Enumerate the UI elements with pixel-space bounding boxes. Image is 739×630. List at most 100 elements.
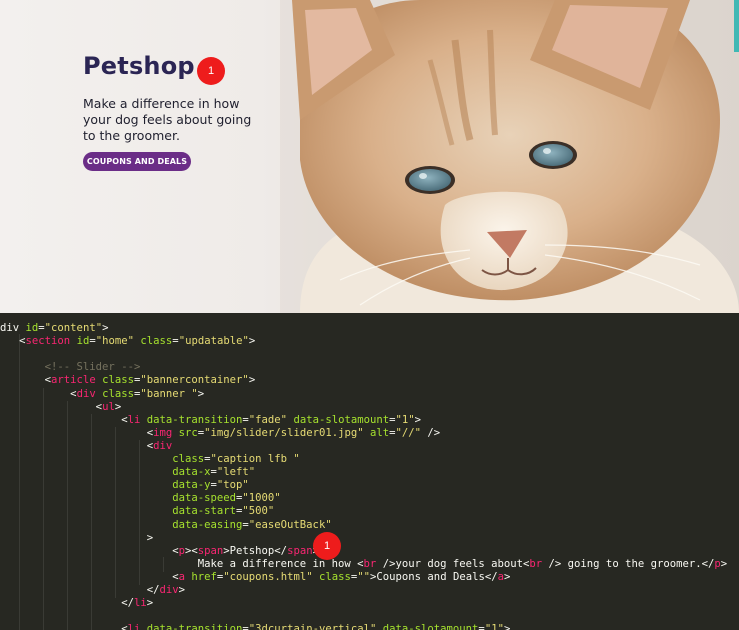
code-token: div <box>153 439 173 452</box>
code-token: id <box>76 335 90 348</box>
code-token: div <box>76 387 96 400</box>
code-line: <!-- Slider --> <box>0 361 141 374</box>
code-token: > <box>146 531 154 544</box>
code-token: > <box>114 400 122 413</box>
code-token: data-x <box>172 466 211 479</box>
code-token: /> <box>421 426 441 439</box>
code-token: >< <box>185 544 198 557</box>
code-token: data-start <box>172 505 236 518</box>
code-line: <ul> <box>0 400 122 414</box>
site-title: Petshop <box>83 52 195 80</box>
code-token: > <box>178 584 185 596</box>
code-token: div <box>0 322 26 334</box>
code-token: > <box>720 557 728 570</box>
code-token: </ <box>121 597 134 610</box>
code-token: > <box>503 623 511 630</box>
code-token: ul <box>102 400 115 413</box>
code-line: data-y="top" <box>0 479 249 492</box>
code-token: class <box>140 335 173 348</box>
code-token: />your dog feels about< <box>376 557 530 570</box>
code-token: class <box>102 374 134 387</box>
code-token: br <box>529 557 543 570</box>
code-line: <article class="bannercontainer"> <box>0 374 256 387</box>
code-token: "500" <box>242 505 275 518</box>
code-token: >Petshop</ <box>223 544 288 557</box>
code-token: data-transition <box>146 413 243 426</box>
code-line: <li data-transition="fade" data-slotamou… <box>0 414 421 427</box>
code-token: > <box>248 374 256 387</box>
code-token: id <box>25 322 39 334</box>
code-token: class <box>318 570 351 583</box>
code-token: "3dcurtain-vertical" <box>248 623 377 630</box>
code-token: data-slotamount <box>293 413 390 426</box>
code-token: data-speed <box>172 492 236 505</box>
code-line: data-start="500" <box>0 505 274 518</box>
website-preview: Petshop 1 Make a difference in how your … <box>0 0 739 313</box>
code-line: > <box>0 532 153 545</box>
code-line: <a href="coupons.html" class="">Coupons … <box>0 571 510 584</box>
code-token: "bannercontainer" <box>140 374 249 387</box>
annotation-badge: 1 <box>197 57 225 85</box>
code-token: > <box>197 387 205 400</box>
code-token: >Coupons and Deals</ <box>370 570 498 583</box>
hero-tagline: Make a difference in how your dog feels … <box>83 96 252 143</box>
code-token: /> going to the groomer.</ <box>542 557 715 570</box>
code-token: > <box>102 322 109 334</box>
code-token: "" <box>357 570 371 583</box>
code-token: > <box>146 597 154 610</box>
code-token: img <box>153 426 173 439</box>
code-token: > <box>248 335 256 348</box>
code-line: <div class="banner "> <box>0 388 204 401</box>
code-token: "//" <box>395 426 422 439</box>
code-line: <section id="home" class="updatable"> <box>0 335 255 348</box>
code-line: data-speed="1000" <box>0 492 281 505</box>
code-line: class="caption lfb " <box>0 453 300 466</box>
code-token: section <box>25 335 71 348</box>
code-token: article <box>51 374 96 387</box>
code-line: Make a difference in how <br />your dog … <box>0 558 727 571</box>
code-token: li <box>127 413 141 426</box>
code-token: class <box>172 453 205 465</box>
code-line: <img src="img/slider/slider01.jpg" alt="… <box>0 427 440 440</box>
scrollbar-thumb[interactable] <box>734 0 739 52</box>
code-token: "easeOutBack" <box>248 518 332 531</box>
code-token: li <box>127 623 141 630</box>
code-line: <li data-transition="3dcurtain-vertical"… <box>0 623 510 630</box>
code-token: Make a difference in how < <box>197 557 364 570</box>
code-token: src <box>178 426 198 439</box>
code-token: br <box>363 557 377 570</box>
code-token: <!-- Slider --> <box>44 361 141 374</box>
code-token: href <box>191 570 217 583</box>
coupons-and-deals-button[interactable]: COUPONS AND DEALS <box>83 152 191 171</box>
code-token: "updatable" <box>178 335 249 348</box>
code-token: span <box>197 544 224 557</box>
code-token: data-transition <box>146 623 243 630</box>
code-token: "1" <box>395 413 415 426</box>
code-token: alt <box>370 426 390 439</box>
code-token: "caption lfb " <box>210 453 300 465</box>
code-line: </li> <box>0 597 153 610</box>
code-token: "banner " <box>140 387 198 400</box>
code-editor[interactable]: div id="content"> <section id="home" cla… <box>0 313 739 630</box>
code-line: </div> <box>0 584 185 597</box>
annotation-badge: 1 <box>313 532 341 560</box>
code-line: div id="content"> <box>0 322 108 335</box>
code-line: data-x="left" <box>0 466 255 479</box>
code-token: data-y <box>172 479 211 492</box>
code-token: "1" <box>484 623 504 630</box>
code-line: <p><span>Petshop</span> <box>0 545 319 558</box>
code-token: "content" <box>44 322 103 334</box>
code-token: li <box>133 597 147 610</box>
code-token: data-slotamount <box>382 623 479 630</box>
code-token: span <box>287 544 313 557</box>
code-token: "1000" <box>242 492 281 505</box>
code-token: > <box>503 570 511 583</box>
code-token: "coupons.html" <box>223 570 313 583</box>
code-token: </ <box>146 584 160 596</box>
code-token: div <box>159 584 179 596</box>
code-line: data-easing="easeOutBack" <box>0 518 332 532</box>
code-token: class <box>102 387 134 400</box>
code-token: "home" <box>95 335 135 348</box>
code-token: "left" <box>216 466 256 479</box>
code-token: "top" <box>216 479 249 492</box>
